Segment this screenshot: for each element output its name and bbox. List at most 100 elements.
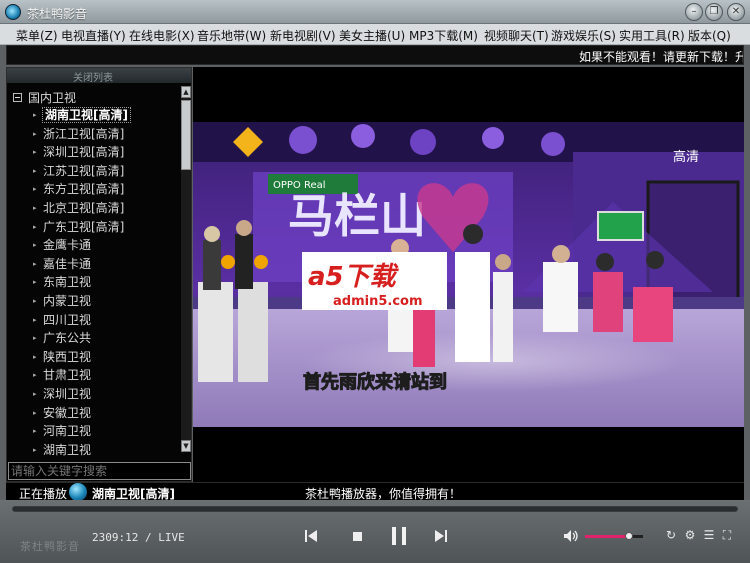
channel-item[interactable]: ▸ 内蒙卫视	[33, 292, 177, 310]
channel-label: 北京卫视[高清]	[43, 201, 125, 215]
collapse-icon[interactable]	[13, 93, 22, 102]
channel-bullet-icon: ▸	[33, 278, 37, 287]
channel-label: 陕西卫视	[43, 349, 92, 364]
channel-label: 金鹰卡通	[43, 238, 92, 253]
menu-item-video-chat[interactable]: 视频聊天(T)	[484, 27, 549, 44]
menu-item-live-tv[interactable]: 电视直播(Y)	[61, 27, 126, 44]
channel-label: 四川卫视	[43, 312, 92, 327]
channel-item[interactable]: ▸ 江苏卫视[高清]	[33, 162, 177, 180]
channel-label: 湖南卫视	[43, 442, 92, 457]
restore-button[interactable]: ❐	[705, 3, 723, 21]
next-icon[interactable]	[432, 527, 450, 545]
pause-icon[interactable]	[389, 525, 409, 547]
video-frame[interactable]: 马栏山 OPPO Real 首先雨欣来请站到 高清 a5下载 admin5.co…	[193, 122, 744, 427]
channel-item[interactable]: ▸ 广东卫视[高清]	[33, 218, 177, 236]
channel-label: 广东公共	[43, 331, 92, 346]
playlist-icon[interactable]: ☰	[702, 528, 716, 542]
minimize-button[interactable]: –	[685, 3, 703, 21]
brand-watermark: 茶杜鸭影音	[20, 540, 80, 553]
channel-bullet-icon: ▸	[33, 129, 37, 138]
volume-icon[interactable]	[562, 527, 580, 545]
menu-item-games[interactable]: 游戏娱乐(S)	[551, 27, 616, 44]
channel-item[interactable]: ▸ 深圳卫视[高清]	[33, 143, 177, 161]
channel-search-input[interactable]	[8, 462, 191, 480]
channel-item[interactable]: ▸ 广东公共	[33, 329, 177, 347]
volume-fill	[585, 535, 629, 538]
channel-item[interactable]: ▸ 陕西卫视	[33, 348, 177, 366]
channel-bullet-icon: ▸	[33, 259, 37, 268]
menu-item-version[interactable]: 版本(Q)	[688, 27, 731, 44]
channel-item[interactable]: ▸ 东南卫视	[33, 273, 177, 291]
fullscreen-icon[interactable]: ⛶	[720, 528, 734, 542]
channel-bullet-icon: ▸	[33, 315, 37, 324]
volume-slider[interactable]	[585, 532, 643, 540]
channel-bullet-icon: ▸	[33, 445, 37, 454]
channel-bullet-icon: ▸	[33, 222, 37, 231]
channel-item[interactable]: ▸ 东方卫视[高清]	[33, 180, 177, 198]
channel-bullet-icon: ▸	[33, 352, 37, 361]
channel-item[interactable]: ▸ 四川卫视	[33, 311, 177, 329]
window-title: 茶杜鸭影音	[27, 7, 88, 21]
channel-group[interactable]: 国内卫视	[13, 89, 76, 106]
channel-label: 湖南卫视[高清]	[42, 107, 131, 123]
channel-label: 嘉佳卡通	[43, 256, 92, 271]
channel-logo-icon	[69, 483, 87, 501]
settings-icon[interactable]: ⚙	[683, 528, 697, 542]
close-button[interactable]: ✕	[727, 3, 745, 21]
channel-item[interactable]: ▸ 湖南卫视	[33, 441, 177, 459]
channel-bullet-icon: ▸	[33, 148, 37, 157]
channel-item[interactable]: ▸ 嘉佳卡通	[33, 255, 177, 273]
channel-label: 广东卫视[高清]	[43, 219, 125, 234]
stop-icon[interactable]	[348, 527, 366, 545]
menu-item-tools[interactable]: 实用工具(R)	[619, 27, 685, 44]
close-list-button[interactable]: 关闭列表	[7, 68, 191, 84]
video-area[interactable]: 马栏山 OPPO Real 首先雨欣来请站到 高清 a5下载 admin5.co…	[193, 67, 744, 482]
prev-icon[interactable]	[302, 527, 320, 545]
channel-label: 安徽卫视	[43, 405, 92, 420]
menu-item-tv-series[interactable]: 新电视剧(V)	[270, 27, 336, 44]
marquee-text[interactable]: 如果不能观看！请更新下载！升级	[579, 48, 743, 64]
channel-label: 深圳卫视	[43, 387, 92, 401]
scroll-up-icon[interactable]: ▲	[181, 86, 191, 98]
menu-item-hosts[interactable]: 美女主播(U)	[339, 27, 405, 44]
channel-label: 深圳卫视[高清]	[43, 145, 125, 160]
progress-bar[interactable]	[12, 506, 738, 512]
channel-item[interactable]: ▸ 安徽卫视	[33, 404, 177, 422]
channel-label: 浙江卫视[高清]	[43, 126, 125, 141]
channel-item[interactable]: ▸ 金鹰卡通	[33, 236, 177, 254]
channel-group-label: 国内卫视	[28, 91, 77, 105]
channel-label: 内蒙卫视	[43, 294, 92, 308]
channel-bullet-icon: ▸	[33, 185, 37, 194]
scroll-thumb[interactable]	[181, 100, 191, 170]
channel-label: 东方卫视[高清]	[43, 182, 125, 197]
channel-item[interactable]: ▸ 北京卫视[高清]	[33, 199, 177, 217]
player-window: 茶杜鸭影音 – ❐ ✕ 菜单(Z) 电视直播(Y) 在线电影(X) 音乐地带(W…	[0, 0, 750, 563]
menu-item-music[interactable]: 音乐地带(W)	[197, 27, 266, 44]
hd-badge-text: 高清	[673, 149, 699, 165]
time-display: 2309:12 / LIVE	[92, 531, 185, 544]
channel-bullet-icon: ▸	[33, 204, 37, 212]
channel-item[interactable]: ▸ 浙江卫视[高清]	[33, 125, 177, 143]
channel-item[interactable]: ▸ 甘肃卫视	[33, 366, 177, 384]
scroll-down-icon[interactable]: ▼	[181, 440, 191, 452]
show-title-text: 马栏山	[288, 189, 426, 243]
channel-label: 河南卫视	[43, 424, 92, 439]
channel-bullet-icon: ▸	[33, 390, 37, 398]
channel-item[interactable]: ▸ 河南卫视	[33, 422, 177, 440]
title-bar[interactable]: 茶杜鸭影音 – ❐ ✕	[0, 0, 750, 24]
channel-bullet-icon: ▸	[33, 408, 37, 417]
menu-item-main[interactable]: 菜单(Z)	[16, 27, 58, 44]
menu-item-online-movies[interactable]: 在线电影(X)	[129, 27, 195, 44]
channel-item[interactable]: ▸ 深圳卫视	[33, 385, 177, 403]
channel-scrollbar[interactable]: ▲ ▼	[181, 86, 191, 452]
watermark-logo-text: a5下载	[308, 262, 400, 292]
channel-item[interactable]: ▸ 湖南卫视[高清]	[33, 106, 177, 124]
app-logo-icon	[5, 4, 21, 20]
sponsor-text: OPPO Real	[273, 180, 326, 191]
video-subtitle-text: 首先雨欣来请站到	[303, 371, 447, 393]
menu-item-mp3[interactable]: MP3下载(M)	[409, 27, 478, 44]
channel-label: 江苏卫视[高清]	[43, 163, 125, 178]
channel-label: 东南卫视	[43, 275, 92, 290]
volume-knob[interactable]	[624, 532, 633, 540]
refresh-icon[interactable]: ↻	[664, 528, 678, 542]
